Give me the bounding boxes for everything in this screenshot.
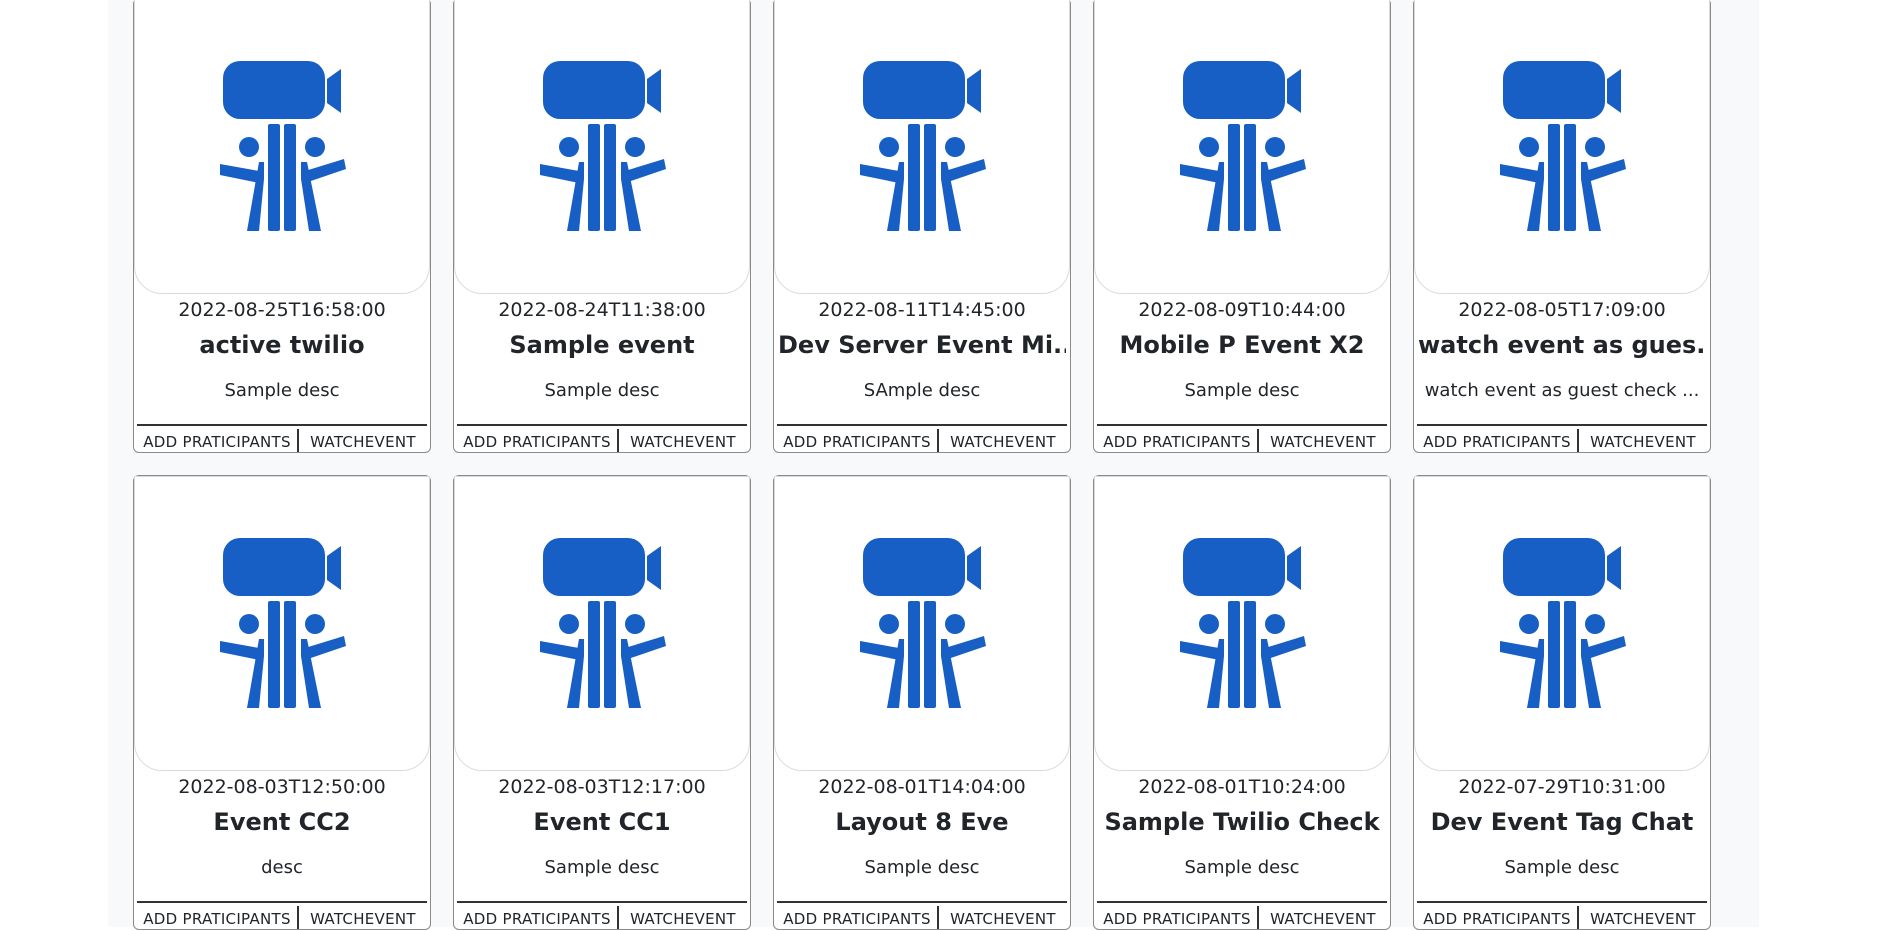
watch-event-button[interactable]: WATCHEVENT [1579, 429, 1707, 452]
event-date: 2022-08-01T10:24:00 [1138, 776, 1346, 798]
event-card: 2022-08-03T12:17:00 Event CC1 Sample des… [453, 475, 751, 930]
event-title: Event CC1 [533, 808, 671, 836]
event-thumbnail[interactable] [1414, 476, 1710, 771]
event-thumbnail[interactable] [134, 476, 430, 771]
event-card: 2022-08-24T11:38:00 Sample event Sample … [453, 0, 751, 453]
event-card: 2022-08-01T10:24:00 Sample Twilio Check … [1093, 475, 1391, 930]
add-participants-button[interactable]: ADD PRATICIPANTS [1417, 428, 1579, 452]
add-participants-button[interactable]: ADD PRATICIPANTS [137, 905, 299, 929]
event-card: 2022-07-29T10:31:00 Dev Event Tag Chat S… [1413, 475, 1711, 930]
event-thumbnail[interactable] [1414, 0, 1710, 294]
event-title: Layout 8 Eve [835, 808, 1009, 836]
watch-event-button[interactable]: WATCHEVENT [1259, 906, 1387, 929]
event-thumbnail[interactable] [774, 476, 1070, 771]
video-event-icon [1500, 538, 1626, 708]
event-description: Sample desc [544, 857, 660, 878]
video-event-icon [860, 61, 986, 231]
video-event-icon [1500, 61, 1626, 231]
event-description: Sample desc [1184, 380, 1300, 401]
event-date: 2022-08-01T14:04:00 [818, 776, 1026, 798]
event-date: 2022-08-03T12:50:00 [178, 776, 386, 798]
event-card-grid: 2022-08-25T16:58:00 active twilio Sample… [133, 0, 1711, 930]
add-participants-button[interactable]: ADD PRATICIPANTS [1097, 905, 1259, 929]
event-thumbnail[interactable] [1094, 476, 1390, 771]
watch-event-button[interactable]: WATCHEVENT [619, 906, 747, 929]
event-card: 2022-08-01T14:04:00 Layout 8 Eve Sample … [773, 475, 1071, 930]
event-title: Mobile P Event X2 [1119, 331, 1365, 359]
event-card: 2022-08-11T14:45:00 Dev Server Event Mi.… [773, 0, 1071, 453]
video-event-icon [220, 61, 346, 231]
video-event-icon [1180, 538, 1306, 708]
event-thumbnail[interactable] [134, 0, 430, 294]
event-title: active twilio [199, 331, 365, 359]
video-event-icon [220, 538, 346, 708]
event-card: 2022-08-09T10:44:00 Mobile P Event X2 Sa… [1093, 0, 1391, 453]
event-title: Dev Server Event Mi... [778, 331, 1066, 359]
video-event-icon [1180, 61, 1306, 231]
event-thumbnail[interactable] [454, 0, 750, 294]
event-date: 2022-08-09T10:44:00 [1138, 299, 1346, 321]
watch-event-button[interactable]: WATCHEVENT [299, 429, 427, 452]
event-date: 2022-08-11T14:45:00 [818, 299, 1026, 321]
watch-event-button[interactable]: WATCHEVENT [1579, 906, 1707, 929]
event-actions: ADD PRATICIPANTS WATCHEVENT [1417, 424, 1707, 454]
event-actions: ADD PRATICIPANTS WATCHEVENT [1097, 424, 1387, 454]
event-description: Sample desc [1504, 857, 1620, 878]
event-date: 2022-08-25T16:58:00 [178, 299, 386, 321]
add-participants-button[interactable]: ADD PRATICIPANTS [457, 905, 619, 929]
event-card: 2022-08-03T12:50:00 Event CC2 desc ADD P… [133, 475, 431, 930]
add-participants-button[interactable]: ADD PRATICIPANTS [137, 428, 299, 452]
event-card: 2022-08-05T17:09:00 watch event as gues.… [1413, 0, 1711, 453]
video-event-icon [540, 538, 666, 708]
event-description: SAmple desc [863, 380, 981, 401]
add-participants-button[interactable]: ADD PRATICIPANTS [777, 428, 939, 452]
event-title: Sample Twilio Check [1104, 808, 1380, 836]
event-title: Event CC2 [213, 808, 351, 836]
event-description: desc [261, 857, 303, 878]
video-event-icon [540, 61, 666, 231]
event-description: watch event as guest check ... [1424, 380, 1700, 401]
event-description: Sample desc [1184, 857, 1300, 878]
event-actions: ADD PRATICIPANTS WATCHEVENT [457, 424, 747, 454]
event-actions: ADD PRATICIPANTS WATCHEVENT [777, 424, 1067, 454]
event-title: Sample event [509, 331, 695, 359]
event-date: 2022-08-03T12:17:00 [498, 776, 706, 798]
event-card: 2022-08-25T16:58:00 active twilio Sample… [133, 0, 431, 453]
event-date: 2022-07-29T10:31:00 [1458, 776, 1666, 798]
event-description: Sample desc [224, 380, 340, 401]
video-event-icon [860, 538, 986, 708]
event-date: 2022-08-24T11:38:00 [498, 299, 706, 321]
watch-event-button[interactable]: WATCHEVENT [1259, 429, 1387, 452]
watch-event-button[interactable]: WATCHEVENT [299, 906, 427, 929]
event-thumbnail[interactable] [454, 476, 750, 771]
add-participants-button[interactable]: ADD PRATICIPANTS [777, 905, 939, 929]
event-description: Sample desc [864, 857, 980, 878]
event-thumbnail[interactable] [774, 0, 1070, 294]
event-date: 2022-08-05T17:09:00 [1458, 299, 1666, 321]
watch-event-button[interactable]: WATCHEVENT [619, 429, 747, 452]
event-thumbnail[interactable] [1094, 0, 1390, 294]
event-description: Sample desc [544, 380, 660, 401]
add-participants-button[interactable]: ADD PRATICIPANTS [1097, 428, 1259, 452]
events-page: 2022-08-25T16:58:00 active twilio Sample… [108, 0, 1759, 930]
watch-event-button[interactable]: WATCHEVENT [939, 429, 1067, 452]
event-actions: ADD PRATICIPANTS WATCHEVENT [137, 424, 427, 454]
add-participants-button[interactable]: ADD PRATICIPANTS [1417, 905, 1579, 929]
event-title: watch event as gues... [1418, 331, 1706, 359]
watch-event-button[interactable]: WATCHEVENT [939, 906, 1067, 929]
add-participants-button[interactable]: ADD PRATICIPANTS [457, 428, 619, 452]
event-title: Dev Event Tag Chat [1430, 808, 1694, 836]
